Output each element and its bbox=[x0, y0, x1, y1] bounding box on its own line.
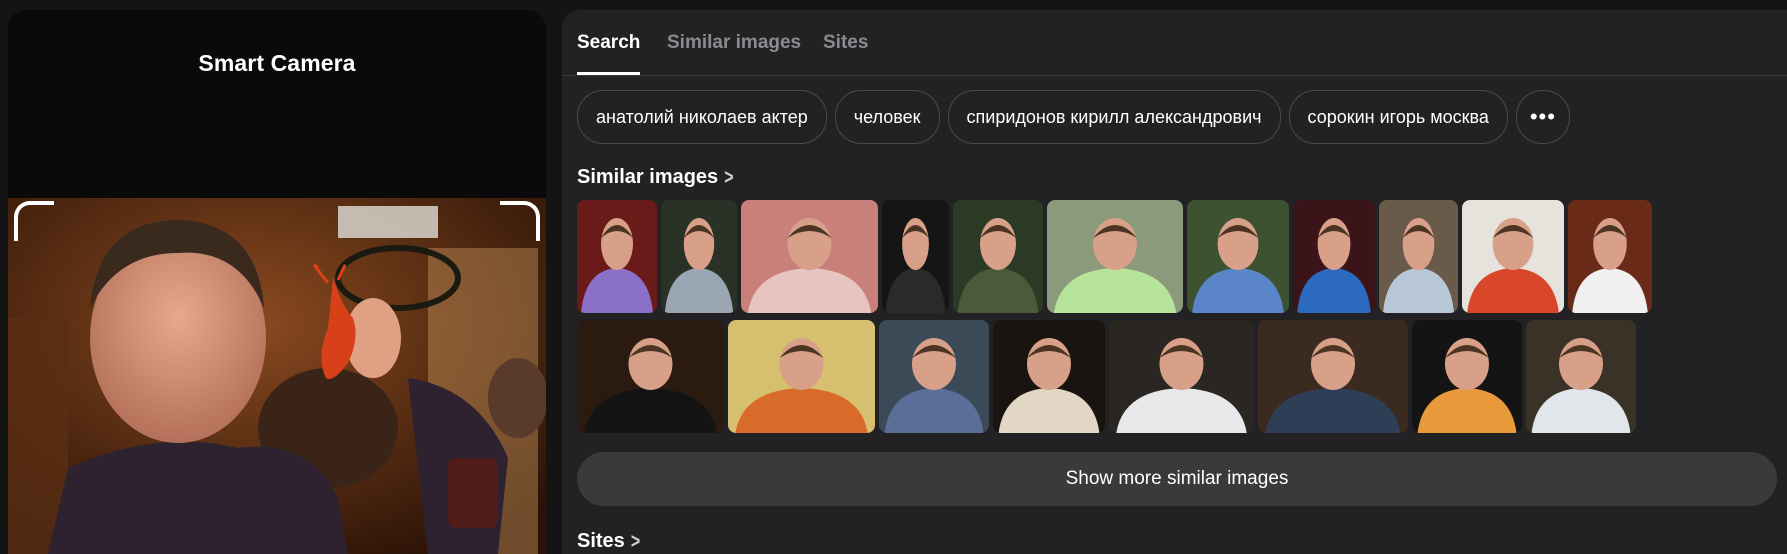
smart-camera-panel: Smart Camera bbox=[8, 10, 546, 554]
crop-corner-top-right[interactable] bbox=[500, 201, 540, 241]
crop-corner-top-left[interactable] bbox=[14, 201, 54, 241]
show-more-similar-button[interactable]: Show more similar images bbox=[577, 452, 1777, 506]
similar-image-thumbnail[interactable] bbox=[1187, 200, 1289, 313]
panel-title: Smart Camera bbox=[198, 50, 356, 76]
results-panel: Search Similar images Sites анатолий ник… bbox=[562, 10, 1787, 554]
chevron-right-icon: > bbox=[724, 167, 734, 190]
similar-images-title: Similar images bbox=[577, 166, 719, 188]
query-photo[interactable] bbox=[8, 198, 546, 554]
similar-image-thumbnail[interactable] bbox=[1109, 320, 1254, 433]
similar-image-thumbnail[interactable] bbox=[1293, 200, 1375, 313]
similar-image-thumbnail[interactable] bbox=[1047, 200, 1183, 313]
chip-suggestion[interactable]: сорокин игорь москва bbox=[1288, 90, 1508, 144]
similar-image-thumbnail[interactable] bbox=[1462, 200, 1564, 313]
similar-image-thumbnail[interactable] bbox=[879, 320, 989, 433]
similar-image-thumbnail[interactable] bbox=[882, 200, 949, 313]
similar-image-thumbnail[interactable] bbox=[1258, 320, 1408, 433]
query-suggestion-chips: анатолий николаев актер человек спиридонов… bbox=[577, 90, 1578, 146]
similar-image-thumbnail[interactable] bbox=[1412, 320, 1522, 433]
similar-image-thumbnail[interactable] bbox=[993, 320, 1105, 433]
more-chips-button[interactable]: ••• bbox=[1515, 90, 1570, 144]
sites-heading[interactable]: Sites > bbox=[577, 530, 640, 553]
similar-image-thumbnail[interactable] bbox=[741, 200, 878, 313]
similar-image-thumbnail[interactable] bbox=[577, 200, 657, 313]
tab-similar-images[interactable]: Similar images bbox=[667, 32, 801, 72]
similar-image-thumbnail[interactable] bbox=[1526, 320, 1636, 433]
chevron-right-icon: > bbox=[630, 531, 641, 554]
more-horizontal-icon: ••• bbox=[1529, 104, 1556, 129]
similar-image-thumbnail[interactable] bbox=[1568, 200, 1652, 313]
chip-suggestion[interactable]: спиридонов кирилл александрович bbox=[947, 90, 1281, 144]
similar-image-thumbnail[interactable] bbox=[728, 320, 875, 433]
sites-title: Sites bbox=[577, 530, 625, 552]
tab-sites[interactable]: Sites bbox=[823, 32, 868, 72]
similar-images-heading[interactable]: Similar images > bbox=[577, 166, 734, 189]
chip-suggestion[interactable]: человек bbox=[834, 90, 940, 144]
similar-image-thumbnail[interactable] bbox=[577, 320, 724, 433]
similar-image-thumbnail[interactable] bbox=[953, 200, 1043, 313]
tab-search[interactable]: Search bbox=[577, 32, 641, 75]
similar-image-thumbnail[interactable] bbox=[661, 200, 737, 313]
similar-image-thumbnail[interactable] bbox=[1379, 200, 1458, 313]
tab-bar: Search Similar images Sites bbox=[562, 10, 1787, 76]
chip-suggestion[interactable]: анатолий николаев актер bbox=[577, 90, 827, 144]
